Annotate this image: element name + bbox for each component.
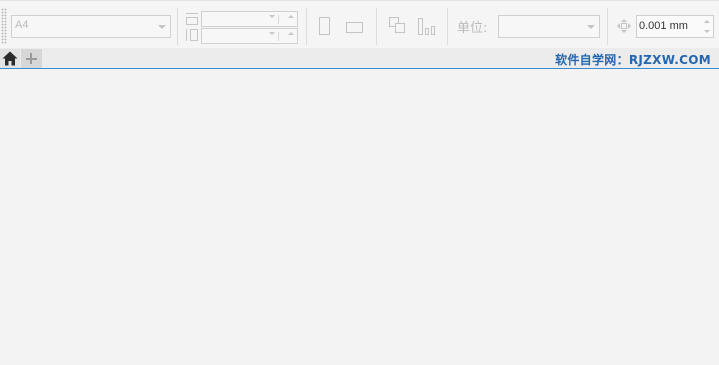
current-page-icon[interactable] — [418, 18, 436, 36]
nudge-icon — [617, 19, 631, 33]
home-icon — [2, 51, 18, 66]
chevron-down-icon — [158, 25, 166, 29]
spin-down-icon[interactable] — [704, 30, 710, 33]
separator — [447, 8, 448, 45]
nudge-distance-field[interactable]: 0.001 mm — [636, 15, 714, 38]
unit-arrow-icon — [269, 15, 275, 18]
separator — [177, 8, 178, 45]
unit-arrow-icon — [269, 32, 275, 35]
chevron-down-icon — [587, 25, 595, 29]
page-width-icon — [186, 13, 198, 25]
separator — [607, 8, 608, 45]
all-pages-icon[interactable] — [389, 17, 407, 35]
spin-up-icon[interactable] — [704, 20, 710, 23]
spin-up-icon[interactable] — [288, 32, 294, 35]
page-width-field[interactable] — [201, 11, 298, 27]
page-height-field[interactable] — [201, 28, 298, 44]
plus-icon-stroke — [30, 53, 32, 64]
portrait-icon[interactable] — [319, 17, 331, 36]
new-document-tab[interactable] — [21, 49, 42, 68]
separator — [376, 8, 377, 45]
separator — [306, 8, 307, 45]
page-height-icon — [186, 29, 198, 41]
page-size-select[interactable]: A4 — [11, 15, 171, 38]
divider — [278, 15, 279, 24]
landscape-icon[interactable] — [346, 22, 364, 34]
watermark-text: 软件自学网：RJZXW.COM — [555, 53, 711, 67]
nudge-value: 0.001 mm — [639, 20, 688, 32]
home-tab[interactable] — [0, 49, 20, 68]
toolbar-grip[interactable] — [1, 8, 7, 44]
units-label: 单位: — [457, 21, 488, 36]
property-bar: A4 单位: 0.001 mm — [0, 0, 719, 48]
workspace-area[interactable] — [0, 69, 719, 365]
spin-up-icon[interactable] — [288, 15, 294, 18]
page-size-value: A4 — [15, 19, 29, 31]
units-select[interactable] — [498, 15, 600, 38]
document-tab-bar: 软件自学网：RJZXW.COM — [0, 48, 719, 69]
divider — [278, 32, 279, 41]
